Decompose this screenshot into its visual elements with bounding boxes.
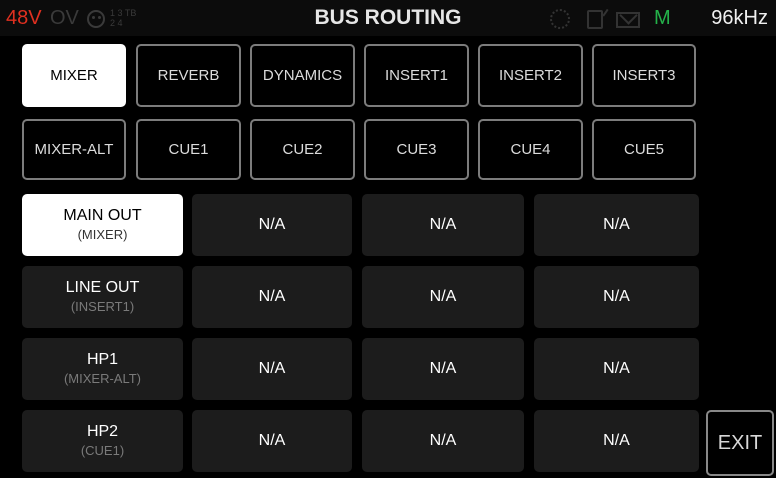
routing-cell[interactable]: N/A — [192, 338, 352, 400]
routing-value: N/A — [603, 432, 630, 449]
bus-tab-mixer-alt[interactable]: MIXER-ALT — [22, 119, 126, 180]
output-name: HP2 — [86, 423, 119, 440]
routing-cell[interactable]: N/A — [192, 410, 352, 472]
output-main-out[interactable]: MAIN OUT (MIXER) — [22, 194, 183, 256]
bus-tab-reverb[interactable]: REVERB — [136, 44, 241, 107]
output-source: (INSERT1) — [70, 299, 135, 314]
routing-cell[interactable]: N/A — [534, 338, 699, 400]
routing-cell[interactable]: N/A — [362, 338, 524, 400]
routing-cell[interactable]: N/A — [362, 266, 524, 328]
routing-cell[interactable]: N/A — [534, 266, 699, 328]
routing-value: N/A — [603, 216, 630, 233]
routing-cell[interactable]: N/A — [192, 194, 352, 256]
bus-tab-cue3[interactable]: CUE3 — [364, 119, 469, 180]
bus-tab-mixer[interactable]: MIXER — [22, 44, 126, 107]
routing-cell[interactable]: N/A — [362, 194, 524, 256]
routing-cell[interactable]: N/A — [192, 266, 352, 328]
sdcard-icon — [587, 10, 603, 29]
routing-value: N/A — [258, 288, 286, 305]
bus-tab-cue4[interactable]: CUE4 — [478, 119, 583, 180]
routing-value: N/A — [429, 360, 457, 377]
bus-tab-insert1[interactable]: INSERT1 — [364, 44, 469, 107]
output-line-out[interactable]: LINE OUT (INSERT1) — [22, 266, 183, 328]
bus-tab-dynamics[interactable]: DYNAMICS — [250, 44, 355, 107]
status-bar: 48V OV 1 3 TB 2 4 BUS ROUTING M 96kHz — [0, 0, 776, 36]
bus-tab-cue5[interactable]: CUE5 — [592, 119, 696, 180]
bus-tab-insert2[interactable]: INSERT2 — [478, 44, 583, 107]
routing-cell[interactable]: N/A — [534, 194, 699, 256]
output-source: (MIXER) — [77, 227, 128, 242]
output-hp2[interactable]: HP2 (CUE1) — [22, 410, 183, 472]
routing-cell[interactable]: N/A — [362, 410, 524, 472]
exit-button[interactable]: EXIT — [706, 410, 774, 476]
routing-value: N/A — [258, 360, 286, 377]
sample-rate: 96kHz — [711, 7, 768, 29]
routing-value: N/A — [603, 288, 630, 305]
bus-tab-cue2[interactable]: CUE2 — [250, 119, 355, 180]
output-name: LINE OUT — [65, 279, 140, 296]
output-name: MAIN OUT — [63, 207, 142, 224]
gear-icon — [550, 9, 570, 29]
routing-value: N/A — [258, 432, 286, 449]
m-indicator: M — [654, 7, 671, 29]
bus-tab-insert3[interactable]: INSERT3 — [592, 44, 696, 107]
output-source: (MIXER-ALT) — [63, 371, 142, 386]
routing-value: N/A — [603, 360, 630, 377]
routing-value: N/A — [258, 216, 286, 233]
output-hp1[interactable]: HP1 (MIXER-ALT) — [22, 338, 183, 400]
routing-value: N/A — [429, 288, 457, 305]
mail-icon — [616, 12, 640, 28]
routing-value: N/A — [429, 432, 457, 449]
output-name: HP1 — [86, 351, 119, 368]
routing-value: N/A — [429, 216, 457, 233]
bus-tab-cue1[interactable]: CUE1 — [136, 119, 241, 180]
output-source: (CUE1) — [80, 443, 125, 458]
routing-cell[interactable]: N/A — [534, 410, 699, 472]
